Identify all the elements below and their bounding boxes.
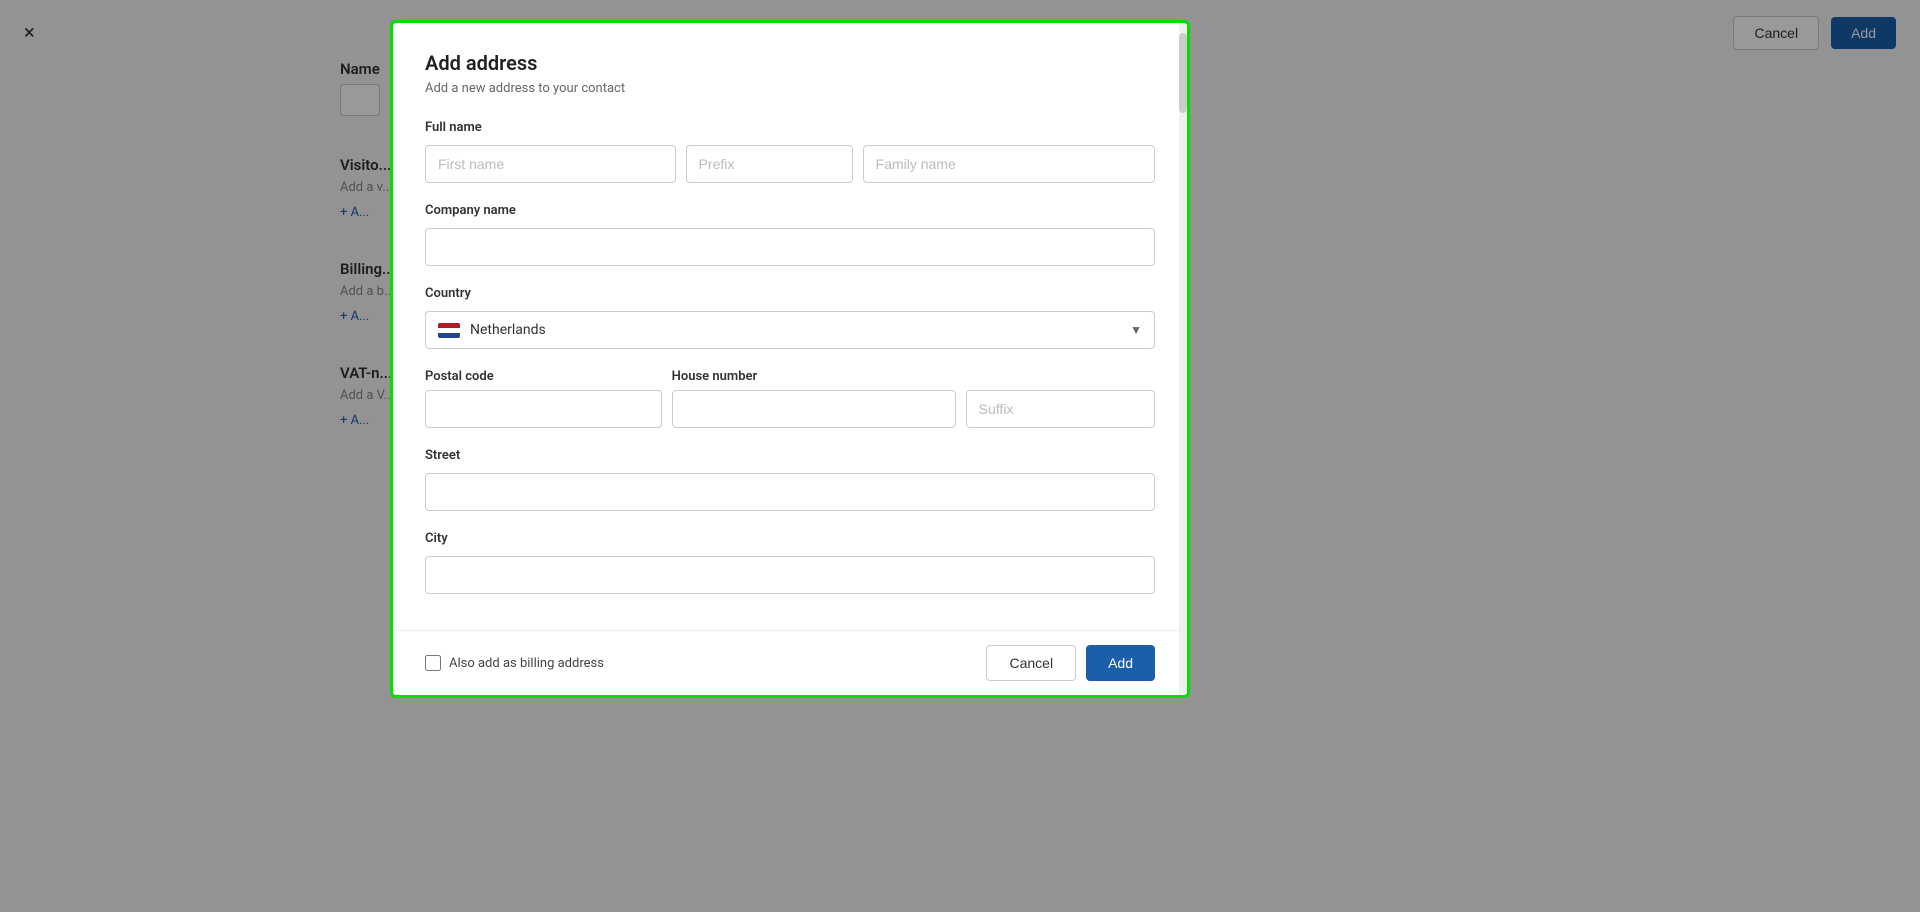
- suffix-label: [966, 369, 1155, 384]
- company-name-input[interactable]: [425, 228, 1155, 266]
- full-name-group: Full name: [425, 120, 1155, 183]
- first-name-input[interactable]: [425, 145, 676, 183]
- scrollbar-track[interactable]: [1179, 23, 1187, 695]
- house-number-field: [672, 390, 956, 428]
- add-address-modal: Add address Add a new address to your co…: [390, 20, 1190, 698]
- company-name-group: Company name: [425, 203, 1155, 266]
- house-number-label: House number: [672, 369, 956, 384]
- country-value: Netherlands: [470, 322, 1120, 338]
- prefix-field: [686, 145, 853, 183]
- billing-checkbox-row: Also add as billing address: [425, 655, 604, 671]
- netherlands-flag: [438, 323, 460, 338]
- suffix-field: [966, 390, 1155, 428]
- address-fields-group: Postal code House number: [425, 369, 1155, 428]
- modal-body: Add address Add a new address to your co…: [393, 23, 1187, 630]
- first-name-field: [425, 145, 676, 183]
- company-name-label: Company name: [425, 203, 1155, 218]
- suffix-input[interactable]: [966, 390, 1155, 428]
- modal-add-button[interactable]: Add: [1086, 645, 1155, 681]
- street-label: Street: [425, 448, 1155, 463]
- city-group: City: [425, 531, 1155, 594]
- modal-wrapper: Add address Add a new address to your co…: [390, 20, 1190, 698]
- chevron-down-icon: ▼: [1130, 323, 1142, 337]
- country-label: Country: [425, 286, 1155, 301]
- family-name-field: [863, 145, 1155, 183]
- modal-title: Add address: [425, 51, 1155, 75]
- street-input[interactable]: [425, 473, 1155, 511]
- house-number-input[interactable]: [672, 390, 956, 428]
- billing-checkbox[interactable]: [425, 655, 441, 671]
- country-select[interactable]: Netherlands ▼: [425, 311, 1155, 349]
- country-group: Country Netherlands ▼: [425, 286, 1155, 349]
- postal-code-field: [425, 390, 662, 428]
- city-input[interactable]: [425, 556, 1155, 594]
- scrollbar-thumb[interactable]: [1179, 33, 1187, 113]
- footer-buttons: Cancel Add: [986, 645, 1155, 681]
- modal-cancel-button[interactable]: Cancel: [986, 645, 1076, 681]
- billing-checkbox-label: Also add as billing address: [449, 656, 604, 671]
- prefix-input[interactable]: [686, 145, 853, 183]
- family-name-input[interactable]: [863, 145, 1155, 183]
- full-name-row: [425, 145, 1155, 183]
- postal-code-input[interactable]: [425, 390, 662, 428]
- modal-footer: Also add as billing address Cancel Add: [393, 630, 1187, 695]
- postal-code-label: Postal code: [425, 369, 662, 384]
- city-label: City: [425, 531, 1155, 546]
- address-fields-labels: Postal code House number: [425, 369, 1155, 384]
- full-name-label: Full name: [425, 120, 1155, 135]
- house-number-row: [425, 390, 1155, 428]
- street-group: Street: [425, 448, 1155, 511]
- modal-subtitle: Add a new address to your contact: [425, 81, 1155, 96]
